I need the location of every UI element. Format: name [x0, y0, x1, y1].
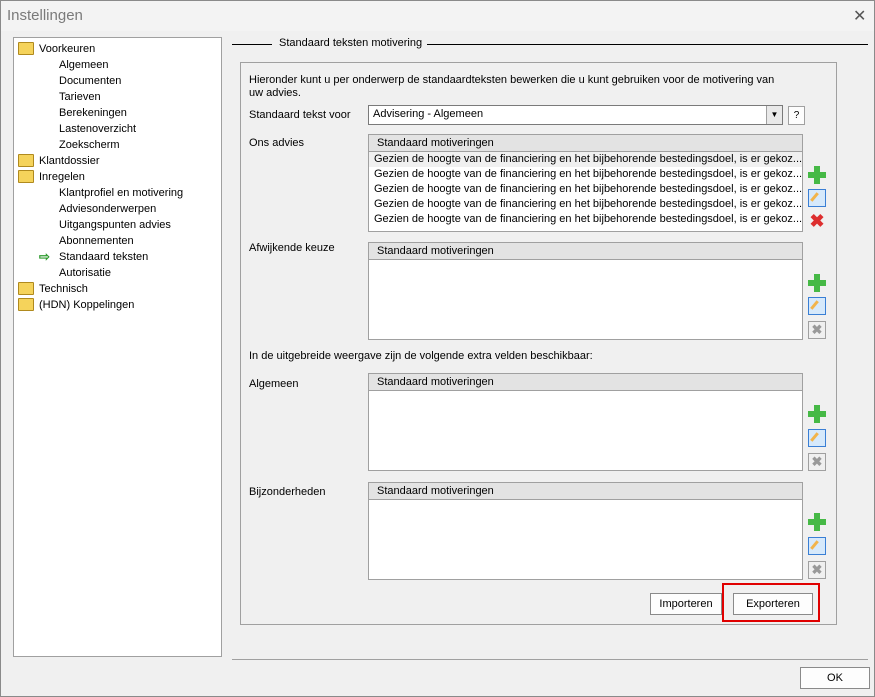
algemeen-label: Algemeen [249, 378, 299, 390]
folder-icon [18, 169, 34, 183]
tree-label: Lastenoverzicht [59, 123, 137, 136]
tree-folder[interactable]: Klantdossier [18, 153, 100, 169]
tree-label: Standaard teksten [59, 251, 149, 264]
standaard-tekst-select[interactable]: Advisering - Algemeen ▼ [368, 105, 783, 125]
ons-advies-list[interactable]: Standaard motiveringen Gezien de hoogte … [368, 134, 803, 232]
delete-icon: ✖ [808, 561, 826, 579]
tree-label: Inregelen [39, 171, 85, 183]
list-item[interactable]: Gezien de hoogte van de financiering en … [369, 152, 802, 167]
tree-label: Algemeen [59, 59, 109, 72]
title-bar: Instellingen ✕ [1, 1, 874, 31]
tree-item[interactable]: Adviesonderwerpen [59, 201, 156, 217]
list-header[interactable]: Standaard motiveringen [369, 135, 802, 152]
tree-folder[interactable]: Technisch [18, 281, 88, 297]
edit-icon[interactable] [808, 537, 826, 555]
tree-item[interactable]: Uitgangspunten advies [59, 217, 171, 233]
select-label: Standaard tekst voor [249, 109, 351, 121]
settings-window: Instellingen ✕ Voorkeuren Algemeen Documen… [0, 0, 875, 697]
folder-icon [18, 153, 34, 167]
intro-text: Hieronder kunt u per onderwerp de standa… [249, 74, 775, 99]
delete-icon: ✖ [808, 453, 826, 471]
tree-label: Autorisatie [59, 267, 111, 280]
tree-item[interactable]: Abonnementen [59, 233, 134, 249]
tree-label: Voorkeuren [39, 43, 96, 55]
tree-item[interactable]: Lastenoverzicht [59, 121, 136, 137]
window-title: Instellingen [7, 7, 83, 24]
select-value: Advisering - Algemeen [373, 108, 484, 120]
tree-label: Adviesonderwerpen [59, 203, 157, 216]
tree-label: Klantprofiel en motivering [59, 187, 184, 200]
tree-item[interactable]: Klantprofiel en motivering [59, 185, 183, 201]
tree-label: Documenten [59, 75, 122, 88]
list-item[interactable]: Gezien de hoogte van de financiering en … [369, 212, 802, 227]
algemeen-list[interactable]: Standaard motiveringen [368, 373, 803, 471]
arrow-right-icon: ⇨ [39, 249, 50, 264]
list-item[interactable]: Gezien de hoogte van de financiering en … [369, 197, 802, 212]
tree-item[interactable]: Autorisatie [59, 265, 111, 281]
separator [232, 659, 868, 660]
tree-label: Zoekscherm [59, 139, 120, 152]
tree-label: Technisch [39, 283, 88, 295]
list-item[interactable]: Gezien de hoogte van de financiering en … [369, 167, 802, 182]
tree-label: (HDN) Koppelingen [39, 299, 135, 311]
folder-icon [18, 41, 34, 55]
ons-advies-label: Ons advies [249, 137, 305, 149]
folder-icon [18, 281, 34, 295]
group-header: Standaard teksten motivering [232, 37, 868, 51]
tree-label: Berekeningen [59, 107, 127, 120]
tree-label: Abonnementen [59, 235, 134, 248]
chevron-down-icon[interactable]: ▼ [766, 106, 782, 124]
ok-button[interactable]: OK [800, 667, 870, 689]
close-icon[interactable]: ✕ [853, 6, 866, 26]
help-button[interactable]: ? [788, 106, 805, 125]
group-title: Standaard teksten motivering [276, 37, 426, 49]
tree-item[interactable]: Algemeen [59, 57, 109, 73]
afwijkende-keuze-list[interactable]: Standaard motiveringen [368, 242, 803, 340]
list-header[interactable]: Standaard motiveringen [369, 483, 802, 500]
highlight-box [722, 583, 820, 622]
bijzonderheden-list[interactable]: Standaard motiveringen [368, 482, 803, 580]
list-header[interactable]: Standaard motiveringen [369, 374, 802, 391]
edit-icon[interactable] [808, 189, 826, 207]
settings-tree[interactable]: Voorkeuren Algemeen Documenten Tarieven Bere… [13, 37, 222, 657]
edit-icon[interactable] [808, 297, 826, 315]
delete-icon[interactable]: ✖ [808, 212, 826, 230]
tree-folder[interactable]: Inregelen [18, 169, 85, 185]
importeren-button[interactable]: Importeren [650, 593, 722, 615]
bijzonderheden-label: Bijzonderheden [249, 486, 326, 498]
tree-item[interactable]: Berekeningen [59, 105, 127, 121]
tree-label: Uitgangspunten advies [59, 219, 171, 232]
tree-label: Klantdossier [39, 155, 100, 167]
tree-item[interactable]: Standaard teksten ⇨ [39, 249, 149, 265]
tree-label: Tarieven [59, 91, 101, 104]
delete-icon: ✖ [808, 321, 826, 339]
afwijkende-keuze-label: Afwijkende keuze [249, 242, 335, 254]
tree-folder[interactable]: Voorkeuren [18, 41, 95, 57]
tree-item[interactable]: Zoekscherm [59, 137, 120, 153]
edit-icon[interactable] [808, 429, 826, 447]
list-item[interactable]: Gezien de hoogte van de financiering en … [369, 182, 802, 197]
list-header[interactable]: Standaard motiveringen [369, 243, 802, 260]
folder-icon [18, 297, 34, 311]
tree-item[interactable]: Tarieven [59, 89, 101, 105]
extra-fields-text: In de uitgebreide weergave zijn de volge… [249, 350, 593, 362]
tree-item[interactable]: Documenten [59, 73, 121, 89]
tree-folder[interactable]: (HDN) Koppelingen [18, 297, 134, 313]
